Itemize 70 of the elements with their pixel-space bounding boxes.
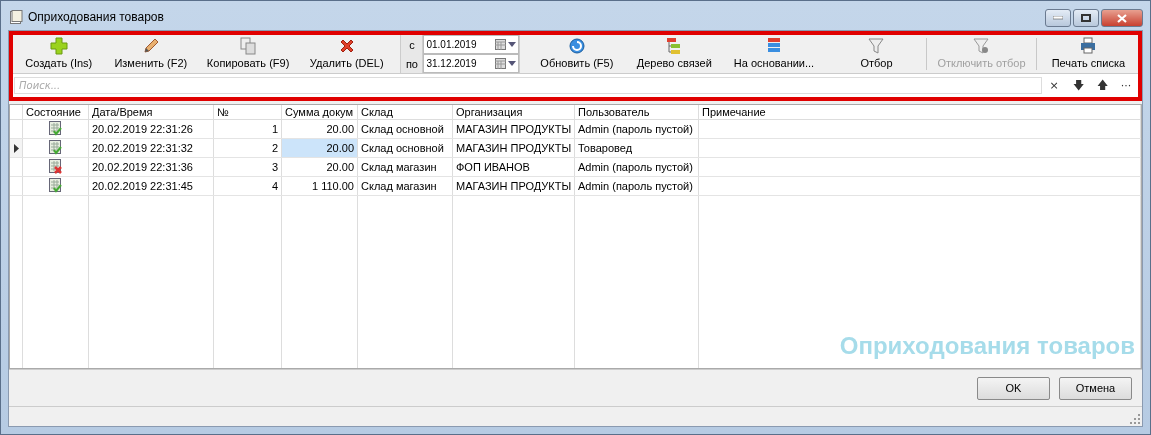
cancel-button[interactable]: Отмена (1059, 376, 1132, 400)
toolbar-button[interactable]: Обновить (F5) (524, 35, 630, 73)
table-cell: МАГАЗИН ПРОДУКТЫ (453, 177, 575, 195)
restore-icon (1081, 14, 1091, 22)
table-cell: 1 (214, 120, 282, 138)
maximize-button[interactable] (1073, 9, 1099, 27)
column-header[interactable]: Организация (453, 105, 575, 119)
column-header[interactable]: Примечание (699, 105, 1141, 119)
toolbar-button[interactable]: Копировать (F9) (197, 35, 300, 73)
minimize-button[interactable] (1045, 9, 1071, 27)
table-cell: МАГАЗИН ПРОДУКТЫ (453, 120, 575, 138)
table-cell: 20.02.2019 22:31:36 (89, 158, 214, 176)
current-row-icon (13, 143, 19, 153)
more-button[interactable]: ··· (1114, 77, 1138, 94)
close-icon (1117, 13, 1127, 23)
date-label: по (401, 54, 424, 73)
toolbar-button[interactable]: Отбор (828, 35, 925, 73)
next-button[interactable]: 🡇 (1066, 77, 1090, 94)
window-title: Оприходования товаров (28, 9, 164, 24)
toolbar-button[interactable]: Печать списка (1038, 35, 1138, 73)
table-cell: 3 (214, 158, 282, 176)
ok-button[interactable]: OK (977, 376, 1050, 400)
table-cell: МАГАЗИН ПРОДУКТЫ (453, 139, 575, 157)
column-header[interactable]: Пользователь (575, 105, 699, 119)
toolbar-button[interactable]: Удалить (DEL) (299, 35, 395, 73)
toolbar-button[interactable]: На основании... (719, 35, 829, 73)
date-label: с (401, 35, 424, 54)
resize-grip-icon (1130, 414, 1140, 424)
table-cell: Склад магазин (358, 158, 453, 176)
calendar-icon (495, 39, 507, 50)
table-cell: Товаровед (575, 139, 699, 157)
minimize-icon (1053, 16, 1063, 20)
table-cell: Склад магазин (358, 177, 453, 195)
table-cell: Admin (пароль пустой) (575, 120, 699, 138)
date-field[interactable]: 31.12.2019 (423, 54, 520, 73)
table-cell: Admin (пароль пустой) (575, 177, 699, 195)
search-field[interactable]: Поиск... (14, 77, 1042, 94)
table-cell: 20.00 (282, 139, 358, 157)
column-header[interactable]: Дата/Время (89, 105, 214, 119)
caret-icon (508, 42, 517, 47)
plus-icon (48, 36, 69, 56)
previous-button[interactable]: 🡅 (1090, 77, 1114, 94)
column-header[interactable]: Сумма докум (282, 105, 358, 119)
table-cell: 4 (214, 177, 282, 195)
refresh-icon (566, 36, 587, 56)
column-header[interactable]: № (214, 105, 282, 119)
column-header[interactable]: Состояние (23, 105, 89, 119)
table-cell: 20.02.2019 22:31:45 (89, 177, 214, 195)
date-field[interactable]: 01.01.2019 (423, 35, 520, 54)
close-button[interactable] (1101, 9, 1143, 27)
table-cell: 20.00 (282, 120, 358, 138)
document-icon (9, 9, 23, 24)
calendar-icon (495, 58, 507, 69)
table-cell: 20.00 (282, 158, 358, 176)
toolbar-button[interactable]: Изменить (F2) (104, 35, 198, 73)
table-cell: 20.02.2019 22:31:26 (89, 120, 214, 138)
table-cell: Склад основной (358, 120, 453, 138)
table-cell: Admin (пароль пустой) (575, 158, 699, 176)
column-header[interactable]: Склад (358, 105, 453, 119)
toolbar-button[interactable]: Создать (Ins) (13, 35, 105, 73)
table-cell: 1 110.00 (282, 177, 358, 195)
clear-button[interactable]: × (1042, 77, 1066, 94)
table-cell: Склад основной (358, 139, 453, 157)
document-check-icon (47, 121, 64, 137)
table-cell: 20.02.2019 22:31:32 (89, 139, 214, 157)
table-cell: ФОП ИВАНОВ (453, 158, 575, 176)
row-header[interactable] (10, 139, 23, 157)
toolbar-button[interactable]: Дерево связей (629, 35, 720, 73)
caption-text: Оприходования товаров (839, 332, 1135, 360)
caret-icon (508, 61, 517, 66)
